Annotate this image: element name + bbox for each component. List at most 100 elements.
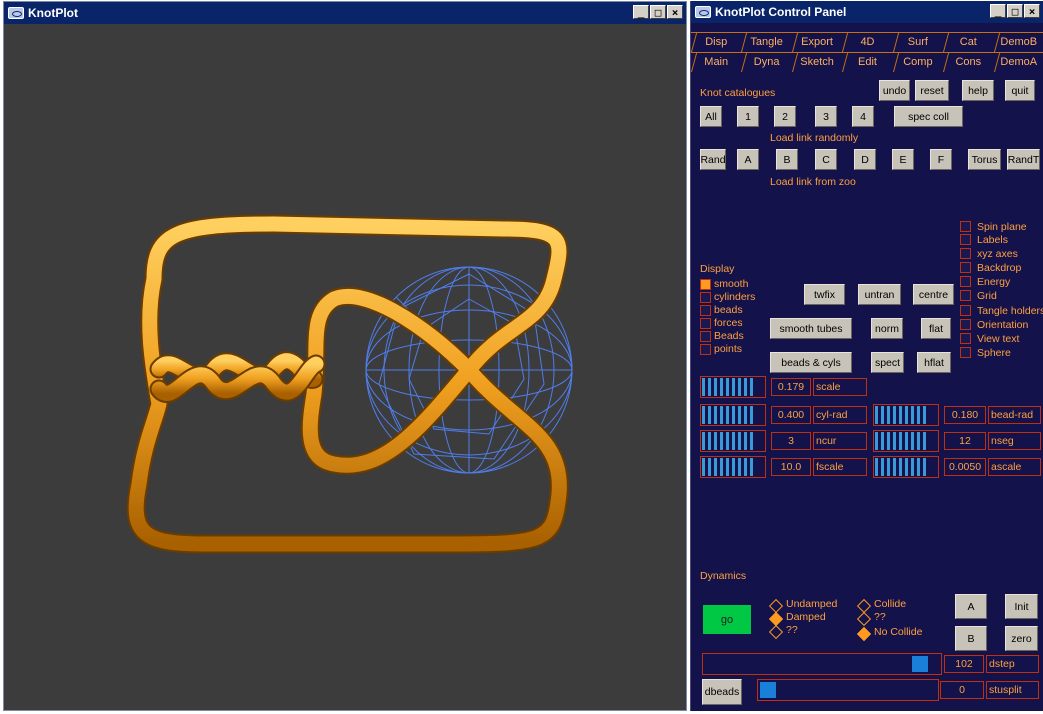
flat-button[interactable]: flat xyxy=(921,318,951,339)
nseg-value[interactable]: 12 xyxy=(944,432,986,450)
help-button[interactable]: help xyxy=(962,80,994,101)
beads-big-label: Beads xyxy=(714,330,744,342)
randt-button[interactable]: RandT xyxy=(1007,149,1040,170)
knotplot-titlebar[interactable]: KnotPlot _ □ × xyxy=(4,2,686,24)
tab-main[interactable]: Main xyxy=(691,52,742,71)
tab-sketch[interactable]: Sketch xyxy=(791,52,843,71)
undo-button[interactable]: undo xyxy=(879,80,910,101)
smooth-tubes-button[interactable]: smooth tubes xyxy=(770,318,852,339)
quit-button[interactable]: quit xyxy=(1005,80,1035,101)
maximize-button[interactable]: □ xyxy=(1007,4,1023,18)
tab-disp[interactable]: Disp xyxy=(691,32,742,51)
fscale-value[interactable]: 10.0 xyxy=(771,458,811,476)
torus-button[interactable]: Torus xyxy=(968,149,1001,170)
zoo-b-button[interactable]: B xyxy=(776,149,798,170)
slider-stripe xyxy=(750,378,753,396)
view-text-checkbox[interactable] xyxy=(960,333,971,344)
tab-export[interactable]: Export xyxy=(791,32,843,51)
collide-unknown-radio[interactable] xyxy=(856,611,872,627)
reset-button[interactable]: reset xyxy=(915,80,949,101)
damping-unknown-label: ?? xyxy=(786,624,798,636)
dyn-b-button[interactable]: B xyxy=(955,626,987,651)
no-collide-radio[interactable] xyxy=(856,626,872,642)
labels-checkbox[interactable] xyxy=(960,234,971,245)
forces-checkbox[interactable] xyxy=(700,318,711,329)
tab-demoa[interactable]: DemoA xyxy=(993,52,1043,71)
grid-checkbox[interactable] xyxy=(960,290,971,301)
tab-tangle[interactable]: Tangle xyxy=(741,32,792,51)
spin-plane-checkbox[interactable] xyxy=(960,221,971,232)
points-checkbox[interactable] xyxy=(700,344,711,355)
zoo-f-button[interactable]: F xyxy=(930,149,952,170)
zoo-d-button[interactable]: D xyxy=(854,149,876,170)
scale-value[interactable]: 0.179 xyxy=(771,378,811,396)
catalogue-all-button[interactable]: All xyxy=(700,106,722,127)
bead-rad-value[interactable]: 0.180 xyxy=(944,406,986,424)
zoo-e-button[interactable]: E xyxy=(892,149,914,170)
tab-demob[interactable]: DemoB xyxy=(993,32,1043,51)
beads-checkbox[interactable] xyxy=(700,305,711,316)
slider-stripe xyxy=(875,406,878,424)
beads-big-checkbox[interactable] xyxy=(700,331,711,342)
dbeads-button[interactable]: dbeads xyxy=(702,679,742,705)
tab-4d[interactable]: 4D xyxy=(842,32,893,51)
catalogue-1-button[interactable]: 1 xyxy=(737,106,759,127)
cylinders-checkbox[interactable] xyxy=(700,292,711,303)
dstep-thumb[interactable] xyxy=(912,656,928,672)
stusplit-track[interactable] xyxy=(760,682,934,698)
close-button[interactable]: × xyxy=(1024,4,1040,18)
catalogue-4-button[interactable]: 4 xyxy=(852,106,874,127)
backdrop-checkbox[interactable] xyxy=(960,262,971,273)
stusplit-thumb[interactable] xyxy=(760,682,776,698)
tab-surf[interactable]: Surf xyxy=(892,32,944,51)
energy-checkbox[interactable] xyxy=(960,276,971,287)
dyn-a-button[interactable]: A xyxy=(955,594,987,619)
go-button[interactable]: go xyxy=(703,605,751,634)
points-label: points xyxy=(714,343,743,355)
slider-stripe xyxy=(917,458,920,476)
tangle-holders-checkbox[interactable] xyxy=(960,305,971,316)
tab-dyna[interactable]: Dyna xyxy=(741,52,792,71)
rand-button[interactable]: Rand xyxy=(700,149,726,170)
slider-stripe xyxy=(714,458,717,476)
cyl-rad-value[interactable]: 0.400 xyxy=(771,406,811,424)
3d-viewport[interactable] xyxy=(4,24,686,710)
untran-button[interactable]: untran xyxy=(858,284,901,305)
damping-unknown-radio[interactable] xyxy=(768,624,784,640)
zoo-a-button[interactable]: A xyxy=(737,149,759,170)
close-button[interactable]: × xyxy=(667,5,683,19)
catalogue-2-button[interactable]: 2 xyxy=(774,106,796,127)
stusplit-value[interactable]: 0 xyxy=(940,681,984,699)
slider-stripe xyxy=(881,458,884,476)
tab-edit[interactable]: Edit xyxy=(842,52,893,71)
ascale-value[interactable]: 0.0050 xyxy=(944,458,986,476)
twfix-button[interactable]: twfix xyxy=(804,284,845,305)
tab-cat[interactable]: Cat xyxy=(943,32,994,51)
hflat-button[interactable]: hflat xyxy=(917,352,951,373)
xyz-axes-checkbox[interactable] xyxy=(960,248,971,259)
ncur-value[interactable]: 3 xyxy=(771,432,811,450)
zero-button[interactable]: zero xyxy=(1005,626,1038,651)
minimize-button[interactable]: _ xyxy=(990,4,1006,18)
tab-comp[interactable]: Comp xyxy=(892,52,944,71)
beads-cyls-button[interactable]: beads & cyls xyxy=(770,352,852,373)
slider-stripe xyxy=(744,432,747,450)
spect-button[interactable]: spect xyxy=(871,352,904,373)
orientation-checkbox[interactable] xyxy=(960,319,971,330)
smooth-checkbox[interactable] xyxy=(700,279,711,290)
tab-cons[interactable]: Cons xyxy=(943,52,994,71)
dstep-value[interactable]: 102 xyxy=(944,655,984,673)
zoo-c-button[interactable]: C xyxy=(815,149,837,170)
slider-stripe xyxy=(720,378,723,396)
minimize-button[interactable]: _ xyxy=(633,5,649,19)
maximize-button[interactable]: □ xyxy=(650,5,666,19)
spec-coll-button[interactable]: spec coll xyxy=(894,106,963,127)
catalogue-3-button[interactable]: 3 xyxy=(815,106,837,127)
init-button[interactable]: Init xyxy=(1005,594,1038,619)
slider-stripe xyxy=(702,378,705,396)
centre-button[interactable]: centre xyxy=(913,284,954,305)
norm-button[interactable]: norm xyxy=(871,318,903,339)
sphere-checkbox[interactable] xyxy=(960,347,971,358)
control-panel-titlebar[interactable]: KnotPlot Control Panel _ □ × xyxy=(691,1,1043,23)
dstep-track[interactable] xyxy=(705,656,937,672)
